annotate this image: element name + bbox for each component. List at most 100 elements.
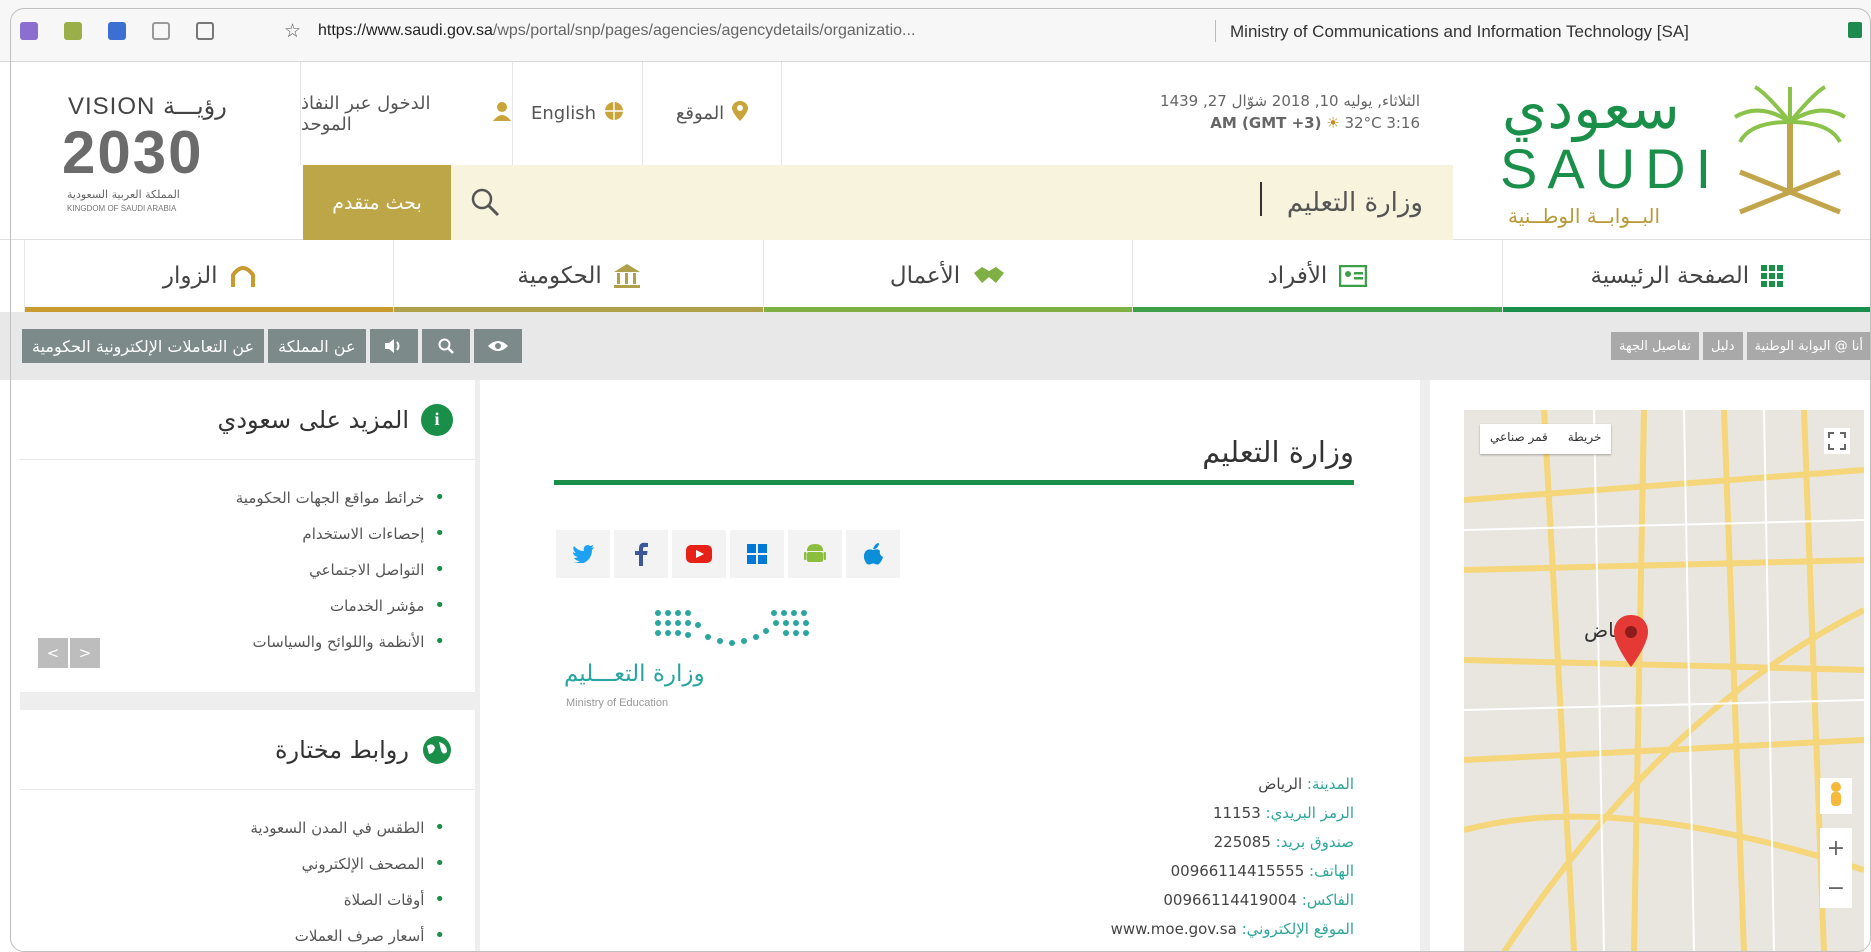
nav-label: الزوار — [162, 263, 218, 289]
speaker-icon[interactable] — [369, 329, 418, 363]
contact-label: الهاتف: — [1309, 862, 1354, 880]
zoom-out-button[interactable]: − — [1827, 876, 1845, 901]
user-icon — [492, 101, 512, 126]
time-text: AM (GMT +3) — [1210, 114, 1322, 132]
advanced-search-button[interactable]: بحث متقدم — [303, 165, 451, 241]
zoom-in-button[interactable]: + — [1827, 836, 1845, 861]
list-item[interactable]: مؤشر الخدمات — [20, 588, 445, 624]
nav-visitors[interactable]: الزوار — [24, 240, 394, 312]
twitter-icon[interactable] — [556, 530, 610, 578]
map-panel: قمر صناعي خريطة الرياض + − — [1430, 380, 1871, 952]
main-nav: الزوار الحكومية الأعمال الأفراد الصفحة ا… — [24, 240, 1871, 312]
website-link[interactable]: www.moe.gov.sa — [1111, 920, 1237, 938]
panel-title: روابط مختارة — [274, 735, 409, 764]
youtube-icon[interactable] — [672, 530, 726, 578]
agency-details: وزارة التعليم وزارة التعـــليم Ministry … — [500, 380, 1408, 952]
location-link[interactable]: الموقع — [642, 62, 782, 165]
english-link[interactable]: English — [512, 62, 642, 165]
page-title: وزارة التعليم — [1202, 435, 1354, 469]
panel-header: روابط مختارة — [20, 710, 475, 790]
extension-icon[interactable] — [64, 22, 82, 40]
map-marker-icon[interactable] — [1614, 615, 1648, 667]
vision-word: VISION رؤيـــة — [68, 93, 227, 120]
date-weather: الثلاثاء, يوليه 10, 2018 شوّال 27, 1439 … — [910, 90, 1420, 134]
search-icon[interactable] — [468, 185, 502, 219]
list-item[interactable]: المصحف الإلكتروني — [20, 846, 445, 882]
prev-arrow-icon[interactable]: < — [38, 638, 68, 668]
panel-header: المزيد على سعودي i — [20, 380, 475, 460]
next-arrow-icon[interactable]: > — [70, 638, 100, 668]
login-link[interactable]: الدخول عبر النفاذ الموحد — [300, 62, 512, 165]
list-item[interactable]: التواصل الاجتماعي — [20, 552, 445, 588]
globe-icon — [604, 101, 624, 126]
contact-row: الرمز البريدي: 11153 — [1111, 799, 1354, 828]
contact-row: الموقع الإلكتروني: www.moe.gov.sa — [1111, 915, 1354, 944]
nav-business[interactable]: الأعمال — [762, 240, 1133, 312]
map-type-toggle[interactable]: قمر صناعي خريطة — [1480, 424, 1612, 454]
zoom-control: + − — [1820, 828, 1852, 908]
nav-home[interactable]: الصفحة الرئيسية — [1501, 240, 1871, 312]
id-card-icon — [1339, 265, 1368, 287]
vision-kingdom-en: KINGDOM OF SAUDI ARABIA — [67, 204, 177, 213]
extension-icon[interactable] — [108, 22, 126, 40]
pegman-icon[interactable] — [1820, 778, 1852, 814]
government-building-icon — [613, 264, 640, 288]
contact-info: المدينة: الرياض الرمز البريدي: 11153 صند… — [1111, 770, 1354, 944]
left-sidebar: المزيد على سعودي i خرائط مواقع الجهات ال… — [20, 380, 480, 952]
location-map[interactable]: قمر صناعي خريطة الرياض + − — [1464, 410, 1864, 952]
extension-icon[interactable] — [196, 22, 214, 40]
logo-arabic: سعودي — [1502, 74, 1680, 142]
list-item[interactable]: أسعار صرف العملات — [20, 918, 445, 952]
list-item[interactable]: خرائط مواقع الجهات الحكومية — [20, 480, 445, 516]
url-domain: https://www.saudi.gov.sa — [318, 22, 493, 39]
url-path: /wps/portal/snp/pages/agencies/agencydet… — [492, 22, 916, 39]
info-icon: i — [421, 403, 453, 436]
eye-icon[interactable] — [473, 329, 522, 363]
moe-dots-emblem-icon — [655, 610, 809, 646]
weather-icon: ☀ — [1326, 114, 1340, 132]
fullscreen-icon[interactable] — [1824, 428, 1850, 454]
extension-icon[interactable] — [152, 22, 170, 40]
list-item[interactable]: أوقات الصلاة — [20, 882, 445, 918]
tab-title: Ministry of Communications and Informati… — [1230, 22, 1689, 41]
breadcrumb-item[interactable]: دليل — [1703, 332, 1743, 360]
about-egov-button[interactable]: عن التعاملات الإلكترونية الحكومية — [22, 329, 265, 363]
nav-label: الأعمال — [889, 263, 961, 289]
search-input[interactable] — [823, 181, 1423, 225]
breadcrumb: تفاصيل الجهة دليل أنا @ البوابة الوطنية — [1610, 332, 1871, 360]
moe-logo-arabic: وزارة التعـــليم — [564, 661, 705, 687]
nav-government[interactable]: الحكومية — [393, 240, 763, 312]
satellite-option[interactable]: قمر صناعي — [1480, 424, 1558, 454]
address-bar[interactable]: https://www.saudi.gov.sa/wps/portal/snp/… — [318, 22, 915, 40]
logo-subtitle: البــوابــة الوطــنية — [1508, 204, 1661, 228]
logo-english: SAUDI — [1500, 137, 1722, 200]
apple-icon[interactable] — [846, 530, 900, 578]
breadcrumb-item[interactable]: أنا @ البوابة الوطنية — [1746, 332, 1871, 360]
list-item[interactable]: إحصاءات الاستخدام — [20, 516, 445, 552]
contact-label: صندوق بريد: — [1275, 833, 1354, 851]
browser-toolbar: ☆ https://www.saudi.gov.sa/wps/portal/sn… — [0, 0, 1871, 62]
about-kingdom-button[interactable]: عن المملكة — [268, 329, 366, 363]
strip-left-buttons: عن التعاملات الإلكترونية الحكومية عن الم… — [22, 329, 522, 363]
title-divider — [554, 480, 1354, 485]
moe-logo: وزارة التعـــليم Ministry of Education — [564, 605, 824, 715]
map-option[interactable]: خريطة — [1558, 424, 1612, 454]
android-icon[interactable] — [788, 530, 842, 578]
windows-icon[interactable] — [730, 530, 784, 578]
breadcrumb-item[interactable]: تفاصيل الجهة — [1610, 332, 1700, 360]
nav-individuals[interactable]: الأفراد — [1132, 240, 1502, 312]
zoom-icon[interactable] — [421, 329, 470, 363]
contact-row: المدينة: الرياض — [1111, 770, 1354, 799]
contact-value: 00966114415555 — [1170, 862, 1305, 880]
location-label: الموقع — [675, 103, 725, 124]
list-item[interactable]: الطقس في المدن السعودية — [20, 810, 445, 846]
links-list: الطقس في المدن السعودية المصحف الإلكترون… — [20, 790, 475, 952]
arch-icon — [230, 266, 255, 287]
accessibility-strip: عن التعاملات الإلكترونية الحكومية عن الم… — [0, 312, 1871, 380]
bookmark-star-icon[interactable]: ☆ — [284, 20, 301, 42]
facebook-icon[interactable] — [614, 530, 668, 578]
time-weather-line: AM (GMT +3) ☀ 32°C 3:16 — [910, 112, 1420, 134]
extension-icon[interactable] — [20, 22, 38, 40]
vision-2030-logo[interactable]: VISION رؤيـــة 2030 المملكة العربية السع… — [62, 92, 262, 213]
site-header: VISION رؤيـــة 2030 المملكة العربية السع… — [0, 62, 1871, 241]
